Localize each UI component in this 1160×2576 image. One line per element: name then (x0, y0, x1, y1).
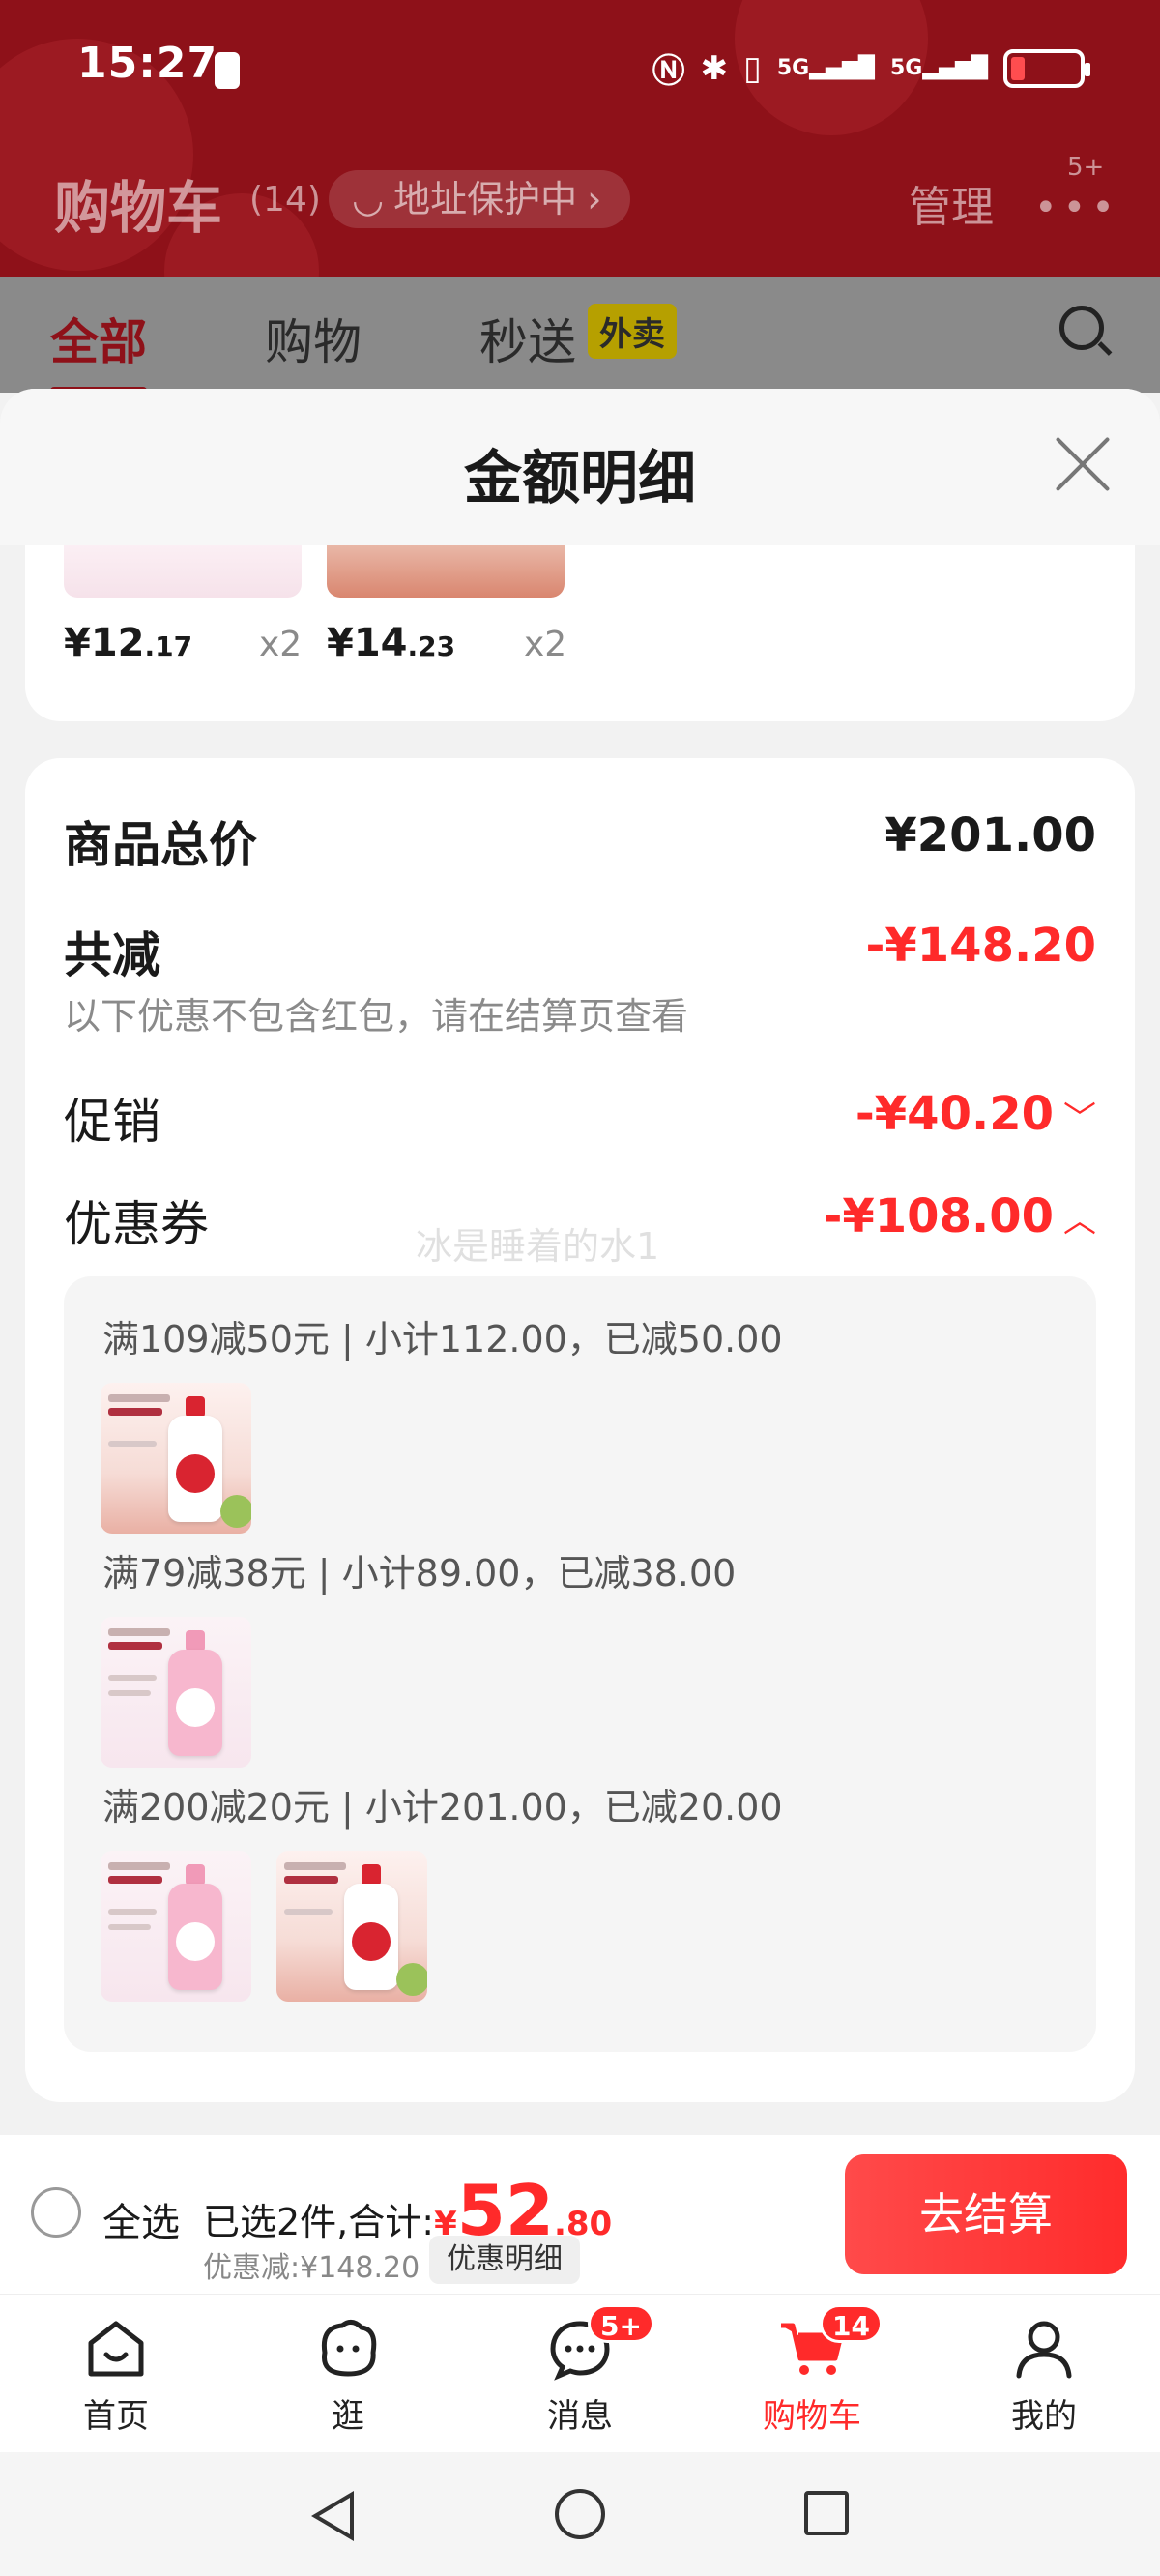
coupon-label: 优惠券 (64, 1196, 209, 1252)
promo-label: 促销 (64, 1094, 160, 1150)
product-thumb[interactable] (101, 1617, 251, 1768)
tab-all[interactable]: 全部 (50, 304, 147, 395)
close-icon[interactable] (1054, 435, 1112, 493)
signal-icon-2: 5G▂▄▆█ (889, 55, 988, 80)
tab-shopping[interactable]: 购物 (265, 304, 362, 373)
vibrate-icon: ▯ (743, 48, 762, 88)
tabbar-browse[interactable]: 逛 (280, 2314, 416, 2437)
home-icon (81, 2314, 151, 2384)
item-price: ¥12.17 (64, 621, 193, 665)
takeout-tag: 外卖 (588, 304, 677, 359)
reduce-label: 共减 (64, 927, 160, 983)
bluetooth-icon: ✱ (700, 48, 729, 88)
item-qty: x2 (524, 625, 567, 664)
chevron-down-icon: ﹀ (1063, 1099, 1096, 1138)
select-all-label[interactable]: 全选 (102, 2191, 180, 2247)
system-nav-bar (0, 2452, 1160, 2576)
chevron-up-icon: ︿ (1063, 1202, 1096, 1241)
select-all-radio[interactable] (31, 2187, 81, 2238)
total-value: ¥201.00 (884, 808, 1096, 863)
chevron-right-icon: › (587, 178, 602, 220)
discount-text: 优惠减:¥148.20 (203, 2251, 420, 2285)
watermark: 冰是睡着的水1 (416, 1225, 660, 1268)
product-thumb[interactable] (276, 1851, 427, 2002)
tabbar-messages[interactable]: 5+ 消息 (512, 2304, 654, 2437)
product-thumb[interactable] (101, 1851, 251, 2002)
item-qty: x2 (259, 625, 303, 664)
manage-button[interactable]: 管理 (909, 172, 994, 234)
message-icon: 5+ (545, 2304, 654, 2384)
reduce-note: 以下优惠不包含红包，请在结算页查看 (64, 995, 689, 1038)
page-title: 购物车 (54, 175, 223, 241)
promo-row[interactable]: -¥40.20 ﹀ (856, 1087, 1096, 1141)
nfc-icon: Ⓝ (652, 52, 685, 91)
checkout-button[interactable]: 去结算 (845, 2154, 1127, 2274)
cart-icon: 14 (777, 2304, 883, 2384)
tabbar-profile[interactable]: 我的 (976, 2314, 1112, 2437)
search-icon[interactable] (1059, 306, 1104, 350)
signal-icon-1: 5G▂▄▆█ (776, 55, 875, 80)
back-icon[interactable] (311, 2491, 354, 2541)
product-thumb[interactable] (101, 1383, 251, 1534)
status-time: 15:27 (77, 39, 218, 88)
address-protection-pill[interactable]: ◡ 地址保护中 › (329, 170, 631, 228)
profile-icon (1009, 2314, 1079, 2384)
bottom-tabbar: 首页 逛 5+ 消息 14 购物车 我的 (0, 2294, 1160, 2452)
checkout-bar: 全选 已选2件,合计: ¥ 52 .80 优惠减:¥148.20 优惠明细 去结… (0, 2135, 1160, 2294)
cart-tabs: 全部 购物 秒送 (0, 277, 1160, 395)
messages-badge: 5+ (588, 2304, 654, 2343)
browse-icon (313, 2314, 383, 2384)
coupon-line: 满109减50元 | 小计112.00，已减50.00 (102, 1318, 783, 1361)
coupon-detail-box: 满109减50元 | 小计112.00，已减50.00 满79减38元 | 小计… (64, 1276, 1096, 2052)
cart-header: 15:27 Ⓝ ✱ ▯ 5G▂▄▆█ 5G▂▄▆█ 购物车 (14) ◡ 地址保… (0, 0, 1160, 277)
amount-detail-sheet: 金额明细 ¥12.17 x2 ¥14.23 x2 商品总价 ¥201.00 共减… (0, 389, 1160, 2135)
recents-icon[interactable] (804, 2491, 849, 2535)
tabbar-home[interactable]: 首页 (48, 2314, 184, 2437)
product-thumb[interactable] (327, 545, 565, 598)
coupon-row[interactable]: -¥108.00 ︿ (823, 1189, 1096, 1244)
amount-card: 商品总价 ¥201.00 共减 -¥148.20 以下优惠不包含红包，请在结算页… (25, 758, 1135, 2102)
item-price: ¥14.23 (327, 621, 456, 665)
tab-instant[interactable]: 秒送 (479, 304, 576, 373)
cart-count: (14) (249, 180, 321, 220)
coupon-line: 满200减20元 | 小计201.00，已减20.00 (102, 1786, 783, 1829)
status-bar: 15:27 Ⓝ ✱ ▯ 5G▂▄▆█ 5G▂▄▆█ (0, 39, 1160, 106)
discount-detail-button[interactable]: 优惠明细 (429, 2236, 580, 2284)
smile-icon: ◡ (352, 178, 385, 220)
total-label: 商品总价 (64, 817, 257, 873)
product-thumb[interactable] (64, 545, 302, 598)
cart-badge: 14 (820, 2304, 883, 2343)
reduce-value: -¥148.20 (865, 919, 1096, 973)
home-circle-icon[interactable] (555, 2489, 605, 2539)
battery-icon (1003, 48, 1090, 88)
tabbar-cart[interactable]: 14 购物车 (744, 2304, 883, 2437)
coupon-line: 满79减38元 | 小计89.00，已减38.00 (102, 1552, 737, 1595)
items-card: ¥12.17 x2 ¥14.23 x2 (25, 545, 1135, 721)
battery-saver-icon (215, 52, 240, 89)
more-icon[interactable]: ••• (1034, 186, 1120, 230)
sheet-header: 金额明细 (0, 389, 1160, 545)
sheet-title: 金额明细 (464, 445, 696, 512)
more-badge: 5+ (1067, 153, 1105, 182)
